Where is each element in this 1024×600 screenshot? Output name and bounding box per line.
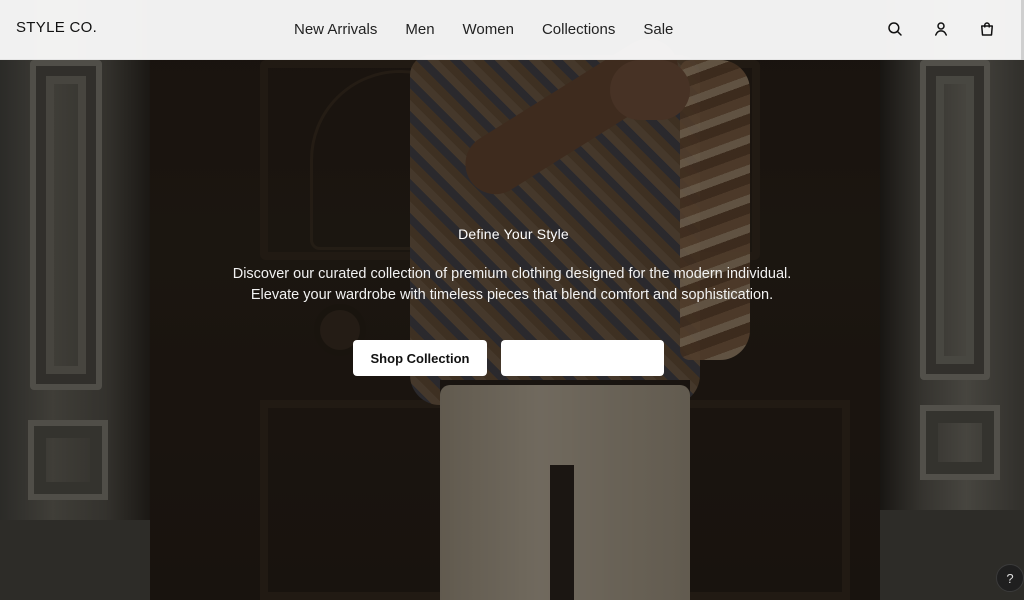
hero-description: Discover our curated collection of premi…	[0, 264, 1024, 306]
hero-title: Define Your Style	[458, 226, 569, 242]
nav-link-women[interactable]: Women	[463, 20, 514, 40]
hero-section: Define Your Style Discover our curated c…	[0, 0, 1024, 600]
nav-link-men[interactable]: Men	[405, 20, 434, 40]
nav-link-collections[interactable]: Collections	[542, 20, 615, 40]
nav-icons	[886, 20, 996, 38]
hero-description-line-2: Elevate your wardrobe with timeless piec…	[250, 287, 774, 303]
hero-content: Define Your Style Discover our curated c…	[0, 226, 1024, 376]
search-icon[interactable]	[886, 20, 904, 38]
hero-buttons: Shop Collection	[353, 340, 664, 376]
user-icon[interactable]	[932, 20, 950, 38]
top-navbar: STYLE CO. New Arrivals Men Women Collect…	[0, 0, 1024, 60]
secondary-cta-button[interactable]	[501, 340, 664, 376]
main-nav: New Arrivals Men Women Collections Sale	[294, 20, 673, 40]
nav-link-new-arrivals[interactable]: New Arrivals	[294, 20, 377, 40]
shopping-bag-icon[interactable]	[978, 20, 996, 38]
brand-logo[interactable]: STYLE CO.	[16, 19, 97, 36]
hero-description-line-1: Discover our curated collection of premi…	[232, 266, 792, 282]
shop-collection-button[interactable]: Shop Collection	[353, 340, 487, 376]
help-button[interactable]: ?	[996, 564, 1024, 592]
nav-link-sale[interactable]: Sale	[643, 20, 673, 40]
